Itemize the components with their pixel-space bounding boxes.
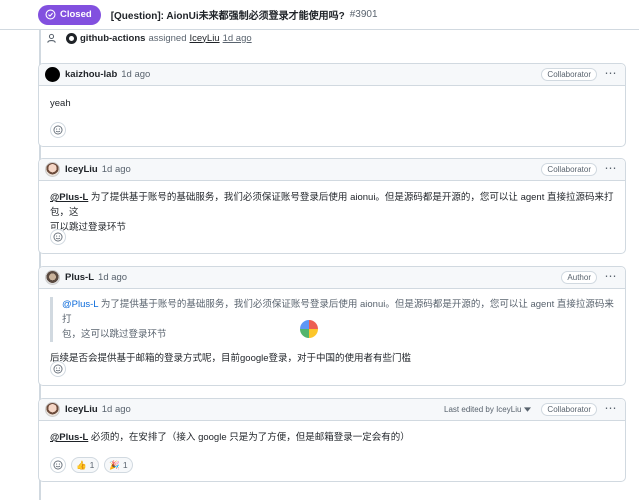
floating-assistant-icon[interactable] <box>300 320 318 338</box>
comment-time[interactable]: 1d ago <box>102 164 131 175</box>
more-options-icon[interactable]: ⋯ <box>603 67 617 79</box>
comment-body: @Plus-L 必须的，在安排了（接入 google 只是为了方便，但是邮箱登录… <box>39 421 625 445</box>
event-time[interactable]: 1d ago <box>223 33 252 44</box>
thumbs-up-reaction[interactable]: 👍 1 <box>71 457 100 473</box>
role-badge: Author <box>561 271 597 284</box>
user-mention[interactable]: @Plus-L <box>50 192 88 203</box>
comment-header: IceyLiu 1d ago Collaborator ⋯ <box>39 159 625 181</box>
comment-text: yeah <box>50 98 71 109</box>
comment-card: IceyLiu 1d ago Last edited by IceyLiu Co… <box>38 398 626 482</box>
closed-state-badge: Closed <box>38 4 101 25</box>
quoted-user-mention[interactable]: @Plus-L <box>62 299 98 310</box>
smiley-icon <box>53 364 63 374</box>
add-reaction-button[interactable] <box>50 361 66 377</box>
role-badge: Collaborator <box>541 68 597 81</box>
add-reaction-button[interactable] <box>50 457 66 473</box>
comment-time[interactable]: 1d ago <box>98 272 127 283</box>
issue-sticky-header: Closed [Question]: AionUi未来都强制必须登录才能使用吗?… <box>0 0 639 30</box>
smiley-icon <box>53 125 63 135</box>
comment-text: 后续是否会提供基于邮箱的登录方式呢，目前google登录，对于中国的使用者有些门… <box>50 353 412 364</box>
reaction-count: 1 <box>89 460 95 470</box>
avatar[interactable] <box>45 162 60 177</box>
comment-body: yeah <box>39 86 625 111</box>
triangle-down-icon <box>524 407 532 412</box>
event-assignee[interactable]: IceyLiu <box>189 33 219 44</box>
issue-number: #3901 <box>349 9 378 20</box>
comment-card: kaizhou-lab 1d ago Collaborator ⋯ yeah <box>38 63 626 147</box>
smiley-icon <box>53 460 63 470</box>
comment-text-line-2: 可以跳过登录环节 <box>50 222 127 233</box>
comment-text-line-1: 为了提供基于账号的基础服务，我们必须保证账号登录后使用 aionui。但是源码都… <box>50 192 614 218</box>
more-options-icon[interactable]: ⋯ <box>603 162 617 174</box>
comment-header: kaizhou-lab 1d ago Collaborator ⋯ <box>39 64 625 86</box>
more-options-icon[interactable]: ⋯ <box>603 402 617 414</box>
user-mention[interactable]: @Plus-L <box>50 432 88 443</box>
comment-header: Plus-L 1d ago Author ⋯ <box>39 267 625 289</box>
comment-header: IceyLiu 1d ago Last edited by IceyLiu Co… <box>39 399 625 421</box>
role-badge: Collaborator <box>541 403 597 416</box>
reactions-bar <box>50 122 66 138</box>
comment-author[interactable]: IceyLiu <box>65 404 98 415</box>
edit-history-dropdown[interactable]: Last edited by IceyLiu <box>444 405 532 414</box>
comment-card: Plus-L 1d ago Author ⋯ @Plus-L 为了提供基于账号的… <box>38 266 626 386</box>
quote-text-line-2: 包，这可以跳过登录环节 <box>62 329 167 340</box>
state-label: Closed <box>60 9 92 20</box>
comment-body: @Plus-L 为了提供基于账号的基础服务，我们必须保证账号登录后使用 aion… <box>39 181 625 235</box>
role-badge: Collaborator <box>541 163 597 176</box>
thumbs-up-icon: 👍 <box>76 459 87 470</box>
comment-card: IceyLiu 1d ago Collaborator ⋯ @Plus-L 为了… <box>38 158 626 254</box>
party-popper-icon: 🎉 <box>109 459 120 470</box>
more-options-icon[interactable]: ⋯ <box>603 270 617 282</box>
reaction-count: 1 <box>122 460 128 470</box>
avatar[interactable] <box>45 67 60 82</box>
reactions-bar <box>50 361 66 377</box>
github-actions-avatar[interactable] <box>66 32 77 44</box>
add-reaction-button[interactable] <box>50 229 66 245</box>
edited-label: Last edited by IceyLiu <box>444 405 522 414</box>
reactions-bar <box>50 229 66 245</box>
reactions-bar: 👍 1 🎉 1 <box>50 457 133 473</box>
event-action: assigned <box>148 32 187 44</box>
comment-text: 必须的，在安排了（接入 google 只是为了方便，但是邮箱登录一定会有的） <box>88 432 410 443</box>
comment-author[interactable]: kaizhou-lab <box>65 69 117 80</box>
event-actor[interactable]: github-actions <box>80 33 145 44</box>
comment-time[interactable]: 1d ago <box>102 404 131 415</box>
hooray-reaction[interactable]: 🎉 1 <box>104 457 133 473</box>
person-icon <box>44 31 58 45</box>
avatar[interactable] <box>45 270 60 285</box>
comment-body: @Plus-L 为了提供基于账号的基础服务，我们必须保证账号登录后使用 aion… <box>39 289 625 366</box>
blockquote: @Plus-L 为了提供基于账号的基础服务，我们必须保证账号登录后使用 aion… <box>50 297 614 342</box>
quote-text-line-1: 为了提供基于账号的基础服务，我们必须保证账号登录后使用 aionui。但是源码都… <box>62 299 614 325</box>
comment-time[interactable]: 1d ago <box>121 69 150 80</box>
issue-title[interactable]: [Question]: AionUi未来都强制必须登录才能使用吗? <box>111 7 345 22</box>
avatar[interactable] <box>45 402 60 417</box>
comment-author[interactable]: IceyLiu <box>65 164 98 175</box>
check-circle-icon <box>45 9 56 20</box>
comment-author[interactable]: Plus-L <box>65 272 94 283</box>
smiley-icon <box>53 232 63 242</box>
add-reaction-button[interactable] <box>50 122 66 138</box>
assigned-event: github-actions assigned IceyLiu 1d ago <box>44 31 252 45</box>
